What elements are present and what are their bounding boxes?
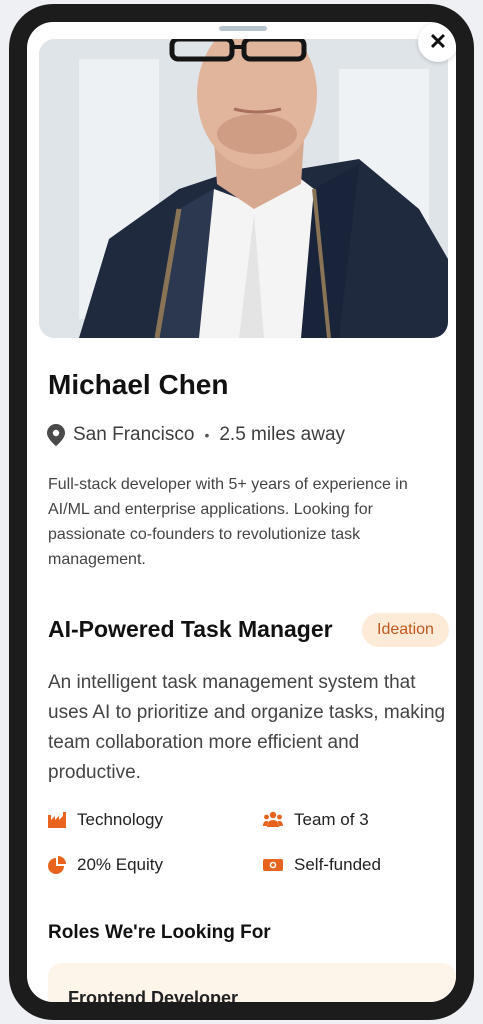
sheet-grabber[interactable] <box>219 26 267 31</box>
money-bill-icon <box>263 859 283 871</box>
phone-frame: ✕ Michael Chen San Francisco • 2.5 miles… <box>9 4 474 1020</box>
team-text: Team of 3 <box>294 810 369 829</box>
profile-name: Michael Chen <box>48 369 229 400</box>
roles-heading: Roles We're Looking For <box>48 922 271 943</box>
pie-chart-icon <box>48 856 66 874</box>
industry-text: Technology <box>77 810 164 829</box>
equity-text: 20% Equity <box>77 855 163 874</box>
profile-bio: Full-stack developer with 5+ years of ex… <box>48 476 408 568</box>
stage-badge: Ideation <box>362 613 449 647</box>
team-meta: Team of 3 <box>263 810 369 830</box>
profile-photo <box>39 39 448 338</box>
profile-sheet: ✕ Michael Chen San Francisco • 2.5 miles… <box>27 22 456 1002</box>
project-title: AI-Powered Task Manager <box>48 616 333 642</box>
funding-meta: Self-funded <box>263 855 381 875</box>
industry-meta: Technology <box>48 810 163 830</box>
funding-text: Self-funded <box>294 855 381 874</box>
users-icon <box>263 811 283 827</box>
location-text: San Francisco <box>73 424 195 445</box>
project-description: An intelligent task management system th… <box>48 672 446 783</box>
factory-icon <box>48 812 66 828</box>
equity-meta: 20% Equity <box>48 855 163 875</box>
location-separator: • <box>204 427 210 443</box>
location-row: San Francisco • 2.5 miles away <box>47 424 345 446</box>
close-button[interactable]: ✕ <box>418 22 456 62</box>
role-title: Frontend Developer <box>68 988 239 1002</box>
close-icon: ✕ <box>428 29 448 54</box>
role-card[interactable]: Frontend Developer <box>48 963 456 1002</box>
distance-text: 2.5 miles away <box>219 424 346 445</box>
map-pin-icon <box>47 424 65 446</box>
